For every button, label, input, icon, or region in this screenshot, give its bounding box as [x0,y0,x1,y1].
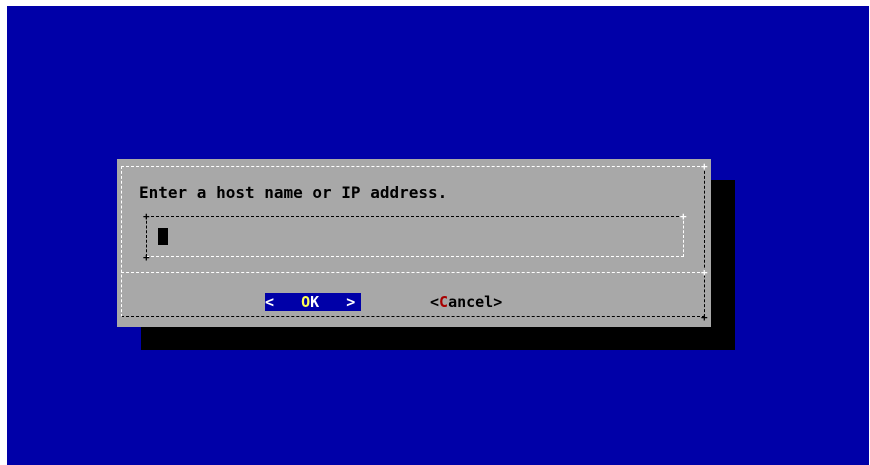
input-corner-top-right: + [680,210,687,223]
dialog-prompt: Enter a host name or IP address. [139,183,448,202]
ok-label-rest: K [310,293,320,311]
separator-right-end: + [701,266,708,279]
cancel-button[interactable]: <Cancel> [430,293,502,311]
input-corner-bottom-left: + [143,251,150,264]
ok-left-bracket: < [265,293,284,311]
input-dialog: + + + Enter a host name or IP address. +… [117,159,711,327]
host-input[interactable] [153,229,673,247]
corner-bottom-right: + [701,311,708,324]
ok-hotkey: O [301,293,311,311]
ok-right-bracket: > [337,293,356,311]
screen-background: + + + Enter a host name or IP address. +… [7,6,869,465]
cancel-label-rest: ancel [448,293,494,311]
cancel-left-bracket: < [430,293,440,311]
cancel-right-bracket: > [493,293,503,311]
input-corner-top-left: + [143,210,150,223]
ok-button[interactable]: < OK > [265,293,361,311]
button-separator [121,272,705,273]
input-box [146,216,684,257]
text-cursor [158,228,168,245]
cancel-hotkey: C [439,293,449,311]
corner-top-right: + [701,160,708,173]
